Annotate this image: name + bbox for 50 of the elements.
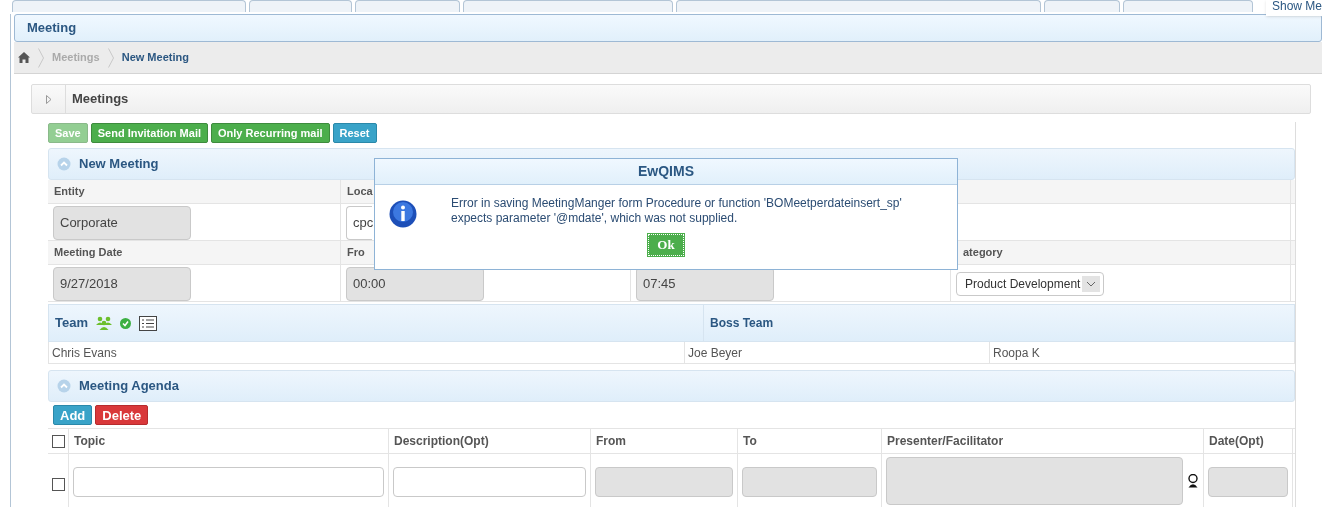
section-title: New Meeting	[79, 155, 159, 174]
boss-team-member: Joe Beyer	[688, 344, 743, 362]
list-icon[interactable]	[139, 315, 157, 331]
collapse-icon[interactable]	[57, 379, 71, 393]
info-icon	[389, 200, 417, 228]
show-menu-link[interactable]: Show Me	[1265, 0, 1322, 16]
field-label: Entity	[54, 184, 85, 200]
tab[interactable]	[249, 0, 352, 12]
field-label: ategory	[963, 245, 1003, 261]
category-select[interactable]: Product Development	[956, 272, 1104, 296]
chevron-icon	[107, 47, 114, 68]
column-header: Topic	[74, 433, 106, 450]
page-title: Meeting	[27, 19, 77, 38]
column-header: Description(Opt)	[394, 433, 489, 450]
column-header: To	[743, 433, 757, 450]
input-field[interactable]: cpc	[346, 206, 372, 240]
panel-title: Meetings	[72, 90, 129, 109]
caret-icon	[1082, 276, 1100, 292]
input-field[interactable]	[73, 467, 384, 497]
expand-icon[interactable]	[45, 94, 52, 104]
boss-team-member: Roopa K	[993, 344, 1040, 362]
checkbox[interactable]	[51, 477, 65, 491]
person-icon[interactable]	[1187, 474, 1199, 488]
column-header: Date(Opt)	[1209, 433, 1264, 450]
section-title: Meeting Agenda	[79, 377, 179, 396]
checkbox[interactable]	[51, 434, 65, 448]
field-label: Loca	[347, 184, 373, 200]
column-header: Presenter/Facilitator	[887, 433, 1004, 450]
dialog-title: EwQIMS	[638, 162, 694, 181]
input-field[interactable]	[393, 467, 586, 497]
collapse-icon[interactable]	[57, 157, 71, 171]
dialog-message: Error in saving MeetingManger form Procedure or function 'BOMeetperdateinsert_sp' expects parameter '@mdate', which was not supplied.	[451, 196, 903, 226]
team-title: Team	[55, 314, 88, 333]
breadcrumb-link[interactable]: New Meeting	[121, 49, 189, 66]
field-label: Meeting Date	[54, 245, 123, 261]
tab[interactable]	[355, 0, 460, 12]
tab[interactable]	[1044, 0, 1120, 12]
home-icon[interactable]	[18, 52, 30, 63]
check-icon[interactable]	[120, 317, 131, 329]
chevron-icon	[38, 47, 44, 68]
team-member: Chris Evans	[52, 344, 117, 362]
people-icon[interactable]	[96, 316, 112, 330]
agenda-button[interactable]: Delete	[95, 405, 149, 425]
tab[interactable]	[1123, 0, 1253, 12]
boss-team-title: Boss Team	[710, 315, 774, 332]
tab[interactable]	[12, 0, 246, 12]
column-header: From	[596, 433, 626, 450]
field-label: Fro	[347, 245, 365, 261]
tab[interactable]	[463, 0, 673, 12]
tab[interactable]	[676, 0, 1041, 12]
